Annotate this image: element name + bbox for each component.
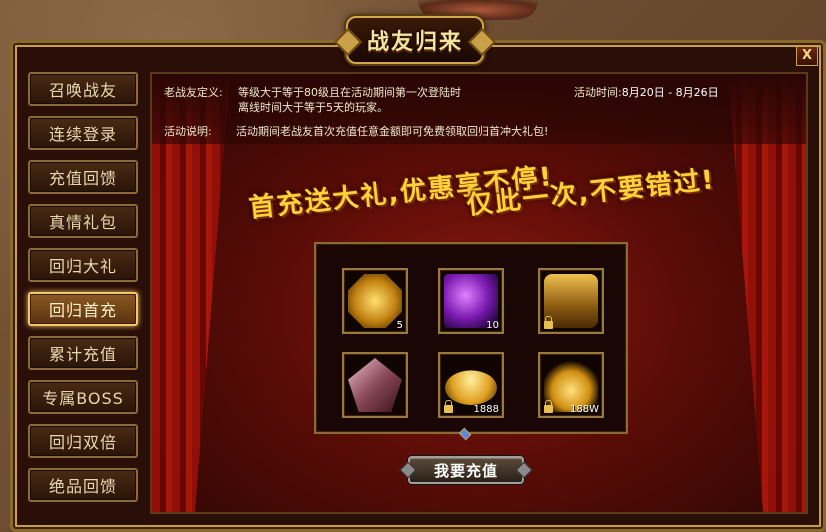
recharge-button[interactable]: 我要充值	[408, 456, 524, 484]
reward-slot[interactable]: 1888	[438, 352, 504, 418]
desc-label: 活动说明:	[164, 125, 212, 138]
sidebar-item-return-first-recharge[interactable]: 回归首充	[28, 292, 138, 326]
sidebar-item-return-double[interactable]: 回归双倍	[28, 424, 138, 458]
lock-icon	[544, 400, 553, 413]
lock-icon	[544, 316, 553, 329]
veteran-definition: 老战友定义:	[164, 84, 223, 100]
close-button[interactable]: X	[796, 46, 818, 66]
reward-count: 1888	[473, 404, 499, 415]
sidebar-item-exclusive-boss[interactable]: 专属BOSS	[28, 380, 138, 414]
reward-count: 188W	[570, 404, 599, 415]
sidebar-item-premium-reward[interactable]: 绝品回馈	[28, 468, 138, 502]
sidebar-item-summon-comrade[interactable]: 召唤战友	[28, 72, 138, 106]
time-value: 8月20日 - 8月26日	[621, 86, 719, 99]
activity-time: 活动时间:8月20日 - 8月26日	[574, 84, 719, 100]
crystal-ore-icon	[348, 358, 402, 412]
veteran-line-2: 离线时间大于等于5天的玩家。	[238, 101, 388, 114]
sidebar-item-recharge-reward[interactable]: 充值回馈	[28, 160, 138, 194]
sidebar: 召唤战友 连续登录 充值回馈 真情礼包 回归大礼 回归首充 累计充值 专属BOS…	[28, 72, 140, 512]
reward-slot[interactable]	[538, 268, 604, 334]
content-panel: 老战友定义: 等级大于等于80级且在活动期间第一次登陆时 离线时间大于等于5天的…	[150, 72, 808, 514]
lock-icon	[444, 400, 453, 413]
veteran-line-1: 等级大于等于80级且在活动期间第一次登陆时	[238, 86, 461, 99]
gold-coin-icon	[348, 274, 402, 328]
reward-count: 5	[396, 320, 403, 331]
reward-slot[interactable]: 5	[342, 268, 408, 334]
sidebar-item-cumulative-recharge[interactable]: 累计充值	[28, 336, 138, 370]
desc-value: 活动期间老战友首次充值任意金额即可免费领取回归首冲大礼包!	[236, 125, 549, 138]
window-title: 战友归来	[366, 30, 463, 55]
sidebar-item-affection-pack[interactable]: 真情礼包	[28, 204, 138, 238]
reward-slot[interactable]	[342, 352, 408, 418]
sidebar-item-return-gift[interactable]: 回归大礼	[28, 248, 138, 282]
sidebar-item-consecutive-login[interactable]: 连续登录	[28, 116, 138, 150]
reward-slot[interactable]: 188W	[538, 352, 604, 418]
treasure-chest-icon	[544, 274, 598, 328]
time-label: 活动时间:	[574, 86, 622, 99]
reward-panel: 5 10 1888 188W	[314, 242, 628, 434]
reward-slot[interactable]: 10	[438, 268, 504, 334]
window-title-plaque: 战友归来	[346, 16, 484, 64]
veteran-label: 老战友定义:	[164, 86, 223, 99]
reward-count: 10	[486, 320, 499, 331]
